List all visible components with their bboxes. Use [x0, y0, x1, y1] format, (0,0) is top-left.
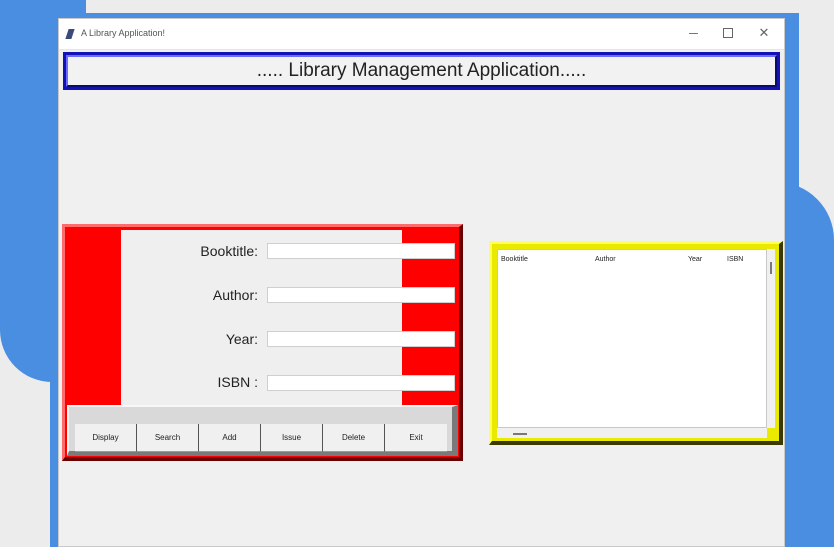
- isbn-input[interactable]: [267, 375, 455, 391]
- exit-button[interactable]: Exit: [385, 424, 447, 452]
- title-bar[interactable]: A Library Application! ✕: [59, 19, 784, 50]
- form-fields-area: Booktitle: Author: Year: ISBN :: [121, 230, 455, 405]
- author-input[interactable]: [267, 287, 455, 303]
- vertical-scrollbar[interactable]: [767, 249, 775, 428]
- page-title: ..... Library Management Application....…: [66, 55, 777, 87]
- column-header-year[interactable]: Year: [688, 256, 702, 263]
- year-input[interactable]: [267, 331, 455, 347]
- app-window: A Library Application! ✕ ..... Library M…: [58, 18, 785, 547]
- book-form-panel: Booktitle: Author: Year: ISBN : Display …: [62, 224, 463, 461]
- booktitle-label: Booktitle:: [200, 243, 258, 259]
- results-panel: Booktitle Author Year ISBN: [489, 241, 783, 445]
- issue-button[interactable]: Issue: [261, 424, 323, 452]
- horizontal-scrollbar[interactable]: [497, 428, 767, 438]
- delete-button[interactable]: Delete: [323, 424, 385, 452]
- minimize-icon: [688, 32, 698, 34]
- add-button[interactable]: Add: [199, 424, 261, 452]
- booktitle-input[interactable]: [267, 243, 455, 259]
- year-label: Year:: [225, 331, 258, 347]
- maximize-button[interactable]: [717, 23, 739, 43]
- column-header-isbn[interactable]: ISBN: [727, 256, 743, 263]
- action-button-bar: Display Search Add Issue Delete Exit: [67, 405, 458, 456]
- column-header-author[interactable]: Author: [595, 256, 616, 263]
- vertical-scroll-thumb[interactable]: [770, 262, 772, 274]
- feather-icon: [65, 29, 75, 39]
- horizontal-scroll-thumb[interactable]: [513, 433, 527, 435]
- maximize-icon: [723, 28, 733, 38]
- author-label: Author:: [212, 287, 258, 303]
- header-banner: ..... Library Management Application....…: [63, 52, 780, 90]
- close-button[interactable]: ✕: [753, 23, 775, 43]
- window-title: A Library Application!: [81, 28, 166, 38]
- isbn-label: ISBN :: [217, 374, 258, 390]
- display-button[interactable]: Display: [75, 424, 137, 452]
- search-button[interactable]: Search: [137, 424, 199, 452]
- column-header-booktitle[interactable]: Booktitle: [501, 256, 528, 263]
- results-treeview[interactable]: Booktitle Author Year ISBN: [497, 249, 767, 428]
- minimize-button[interactable]: [682, 23, 704, 43]
- close-icon: ✕: [758, 25, 770, 40]
